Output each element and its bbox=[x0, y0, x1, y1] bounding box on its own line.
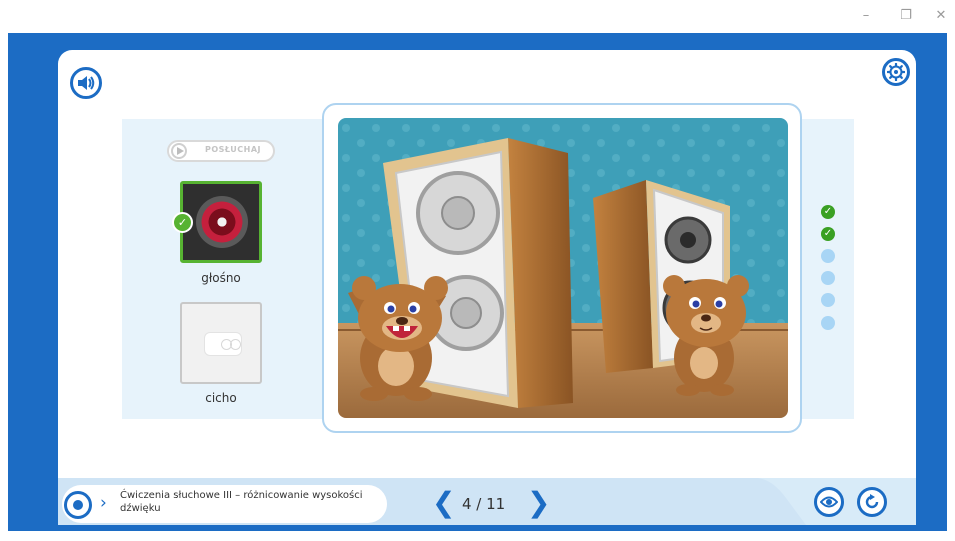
speaker-icon bbox=[196, 196, 248, 248]
progress-step-todo bbox=[821, 249, 835, 263]
window-titlebar: – ❐ ✕ bbox=[0, 0, 955, 33]
next-page-button[interactable]: ❯ bbox=[527, 487, 550, 519]
menu-button[interactable] bbox=[64, 491, 92, 519]
settings-button[interactable] bbox=[882, 58, 910, 86]
scene-illustration bbox=[338, 118, 788, 418]
progress-step-done: ✓ bbox=[821, 205, 835, 219]
listen-label: POSŁUCHAJ bbox=[205, 145, 262, 154]
check-icon: ✓ bbox=[172, 212, 193, 233]
restore-button[interactable]: ❐ bbox=[898, 8, 914, 24]
progress-step-todo bbox=[821, 316, 835, 330]
option-label: cicho bbox=[205, 391, 237, 405]
refresh-icon bbox=[865, 494, 879, 509]
audio-button[interactable] bbox=[70, 67, 102, 99]
preview-button[interactable] bbox=[814, 487, 844, 517]
page-counter: 4 / 11 bbox=[462, 495, 506, 513]
radio-icon bbox=[204, 332, 242, 356]
play-icon bbox=[171, 143, 187, 159]
chevron-right-icon[interactable]: › bbox=[100, 493, 107, 513]
listen-button[interactable]: POSŁUCHAJ bbox=[167, 140, 275, 162]
option-card-cicho[interactable] bbox=[180, 302, 262, 384]
prev-page-button[interactable]: ❮ bbox=[432, 487, 455, 519]
speaker-icon bbox=[78, 76, 95, 90]
progress-step-todo bbox=[821, 271, 835, 285]
reset-button[interactable] bbox=[857, 487, 887, 517]
minimize-button[interactable]: – bbox=[858, 8, 874, 24]
close-button[interactable]: ✕ bbox=[933, 8, 949, 24]
progress-step-done: ✓ bbox=[821, 227, 835, 241]
eye-icon bbox=[820, 496, 838, 508]
lesson-title: Ćwiczenia słuchowe III – różnicowanie wy… bbox=[120, 490, 363, 514]
gear-icon bbox=[887, 63, 905, 81]
progress-step-todo bbox=[821, 293, 835, 307]
option-label: głośno bbox=[201, 271, 241, 285]
